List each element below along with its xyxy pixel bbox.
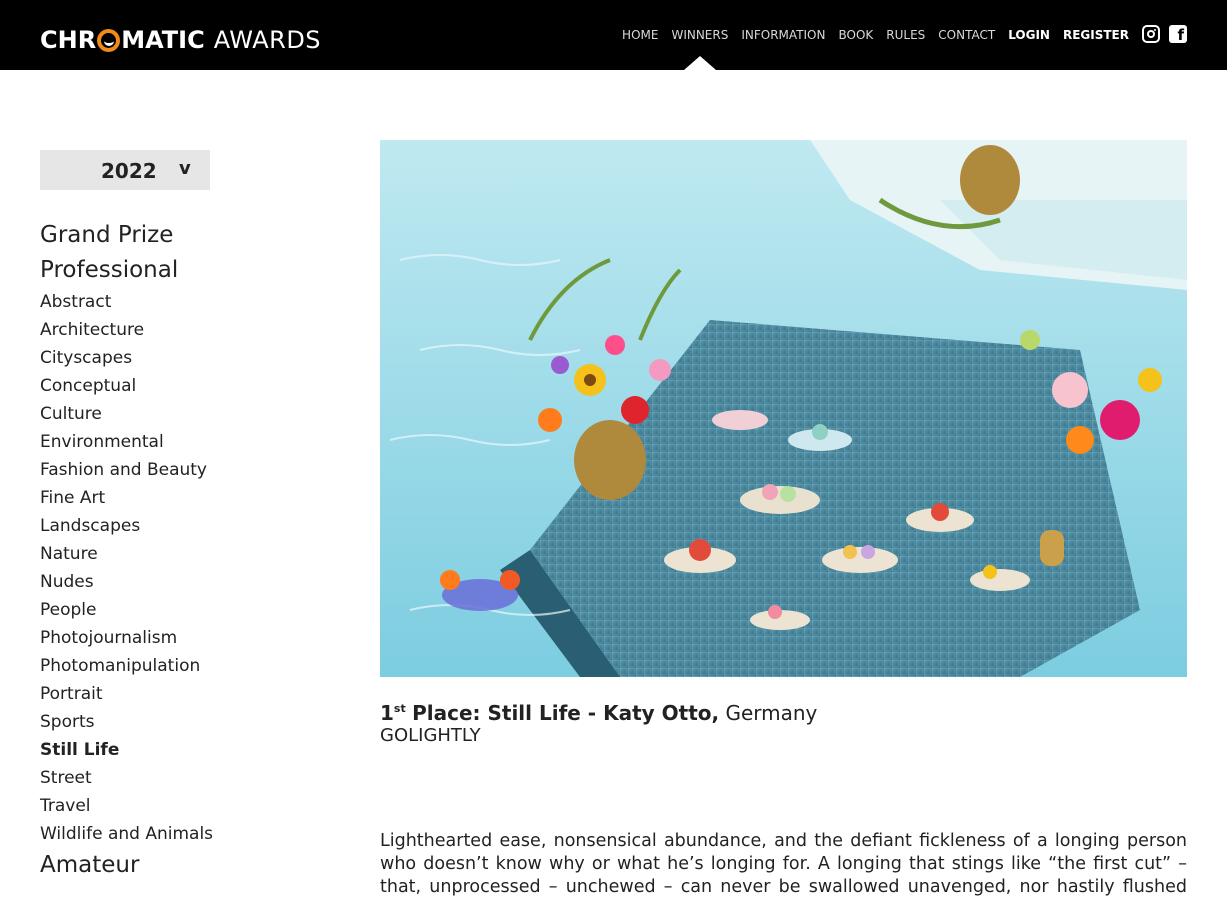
winning-photo[interactable] <box>380 140 1187 677</box>
sidebar-item-architecture[interactable]: Architecture <box>40 316 240 344</box>
winner-country: Germany <box>725 701 818 725</box>
sidebar-item-still-life[interactable]: Still Life <box>40 736 240 764</box>
sidebar-item-conceptual[interactable]: Conceptual <box>40 372 240 400</box>
logo-o-ring-icon <box>97 28 121 52</box>
winner-name: Katy Otto, <box>603 701 720 725</box>
chevron-down-icon: v <box>179 158 191 179</box>
instagram-icon[interactable] <box>1142 25 1160 43</box>
winning-photo-illustration <box>380 140 1187 677</box>
sidebar-item-wildlife-and-animals[interactable]: Wildlife and Animals <box>40 820 240 848</box>
nav-book[interactable]: BOOK <box>838 0 873 70</box>
sidebar-item-landscapes[interactable]: Landscapes <box>40 512 240 540</box>
facebook-icon[interactable]: f <box>1169 25 1187 43</box>
sidebar-item-photomanipulation[interactable]: Photomanipulation <box>40 652 240 680</box>
nav-information[interactable]: INFORMATION <box>741 0 825 70</box>
sidebar-grand-prize[interactable]: Grand Prize <box>40 218 240 253</box>
sidebar-item-culture[interactable]: Culture <box>40 400 240 428</box>
sidebar-item-nature[interactable]: Nature <box>40 540 240 568</box>
winner-heading: 1st Place: Still Life - Katy Otto, Germa… <box>380 694 1187 725</box>
login-link[interactable]: LOGIN <box>1008 0 1050 70</box>
caption-separator: - <box>580 701 604 725</box>
nav-rules[interactable]: RULES <box>886 0 925 70</box>
sidebar-item-street[interactable]: Street <box>40 764 240 792</box>
nav-contact[interactable]: CONTACT <box>938 0 995 70</box>
year-dropdown[interactable]: 2022 v <box>40 150 210 190</box>
photo-title: GOLIGHTLY <box>380 725 481 746</box>
sidebar-item-fine-art[interactable]: Fine Art <box>40 484 240 512</box>
nav-winners[interactable]: WINNERS <box>671 0 728 70</box>
register-link[interactable]: REGISTER <box>1063 0 1129 70</box>
place-label: Place: Still Life <box>412 701 581 725</box>
logo-text-matic: MATIC <box>121 26 205 54</box>
sidebar-item-travel[interactable]: Travel <box>40 792 240 820</box>
chromatic-awards-logo[interactable]: CHR MATIC AWARDS <box>40 27 321 53</box>
sidebar-item-sports[interactable]: Sports <box>40 708 240 736</box>
photo-description: Lighthearted ease, nonsensical abundance… <box>380 831 1187 897</box>
site-header: CHR MATIC AWARDS HOME WINNERS INFORMATION … <box>0 0 1227 70</box>
main-nav: HOME WINNERS INFORMATION BOOK RULES CONT… <box>609 0 1129 70</box>
place-suffix: st <box>393 702 406 715</box>
logo-text-chr: CHR <box>40 26 97 54</box>
sidebar-item-portrait[interactable]: Portrait <box>40 680 240 708</box>
sidebar-item-people[interactable]: People <box>40 596 240 624</box>
nav-home[interactable]: HOME <box>622 0 658 70</box>
place-number: 1 <box>380 701 394 725</box>
winner-caption: 1st Place: Still Life - Katy Otto, Germa… <box>380 694 1187 748</box>
category-sidebar: Grand Prize Professional Abstract Archit… <box>40 218 240 883</box>
sidebar-item-nudes[interactable]: Nudes <box>40 568 240 596</box>
sidebar-item-photojournalism[interactable]: Photojournalism <box>40 624 240 652</box>
sidebar-item-abstract[interactable]: Abstract <box>40 288 240 316</box>
sidebar-amateur[interactable]: Amateur <box>40 848 240 883</box>
sidebar-item-environmental[interactable]: Environmental <box>40 428 240 456</box>
sidebar-professional[interactable]: Professional <box>40 253 240 288</box>
year-dropdown-value: 2022 <box>101 159 157 183</box>
sidebar-item-fashion-and-beauty[interactable]: Fashion and Beauty <box>40 456 240 484</box>
sidebar-item-cityscapes[interactable]: Cityscapes <box>40 344 240 372</box>
logo-text-awards: AWARDS <box>213 26 322 54</box>
